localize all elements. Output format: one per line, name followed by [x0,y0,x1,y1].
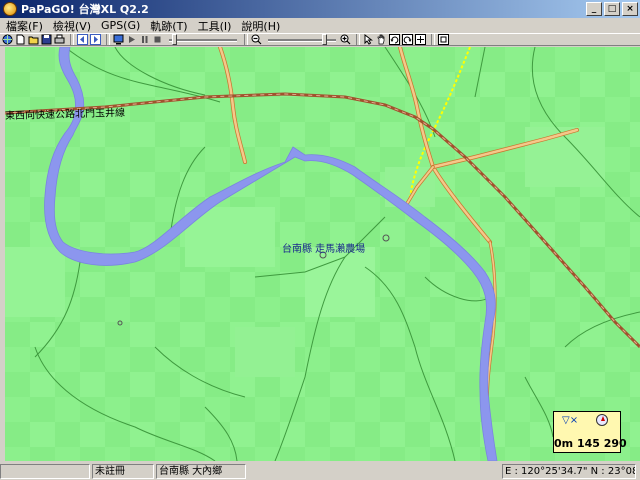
scale-text: 0m 145 290 [554,437,627,450]
status-bar: 未註冊 台南縣 大內鄉 E : 120°25'34.7" N : 23°08'0… [0,462,640,480]
menu-view[interactable]: 檢視(V) [49,18,97,34]
place-label: 台南縣 走馬瀨農場 [282,244,366,255]
app-icon[interactable] [3,2,17,16]
menu-tools[interactable]: 工具(I) [194,18,238,34]
menu-help[interactable]: 說明(H) [237,18,286,34]
compass-icon[interactable] [596,414,608,426]
track-slider[interactable] [169,34,237,45]
rotate-right-icon[interactable] [402,34,413,45]
screen-icon[interactable] [113,34,124,45]
globe-icon[interactable] [2,34,13,45]
location-status: 台南縣 大內鄉 [156,464,246,479]
prev-view-icon[interactable] [77,34,88,45]
menu-track[interactable]: 軌跡(T) [146,18,193,34]
scale-indicator[interactable]: ▽× 0m 145 290 [553,411,627,453]
open-folder-icon[interactable] [28,34,39,45]
rotate-map-icon[interactable] [415,34,426,45]
map-view[interactable]: 東西向快速公路北門玉井線 台南縣 走馬瀨農場 ▽× 0m 145 290 [5,47,640,461]
coordinates-status: E : 120°25'34.7" N : 23°08'03.0" [502,464,636,479]
play-icon[interactable] [126,34,137,45]
menu-gps[interactable]: GPS(G) [97,19,146,32]
new-file-icon[interactable] [15,34,26,45]
gps-signal-icon: ▽× [562,415,579,426]
track-slider-thumb[interactable] [172,34,177,45]
maximize-button[interactable]: □ [604,2,620,16]
select-arrow-icon[interactable] [363,34,374,45]
title-bar: PaPaGO! 台灣XL Q2.2 _ □ × [0,0,640,18]
window-title: PaPaGO! 台灣XL Q2.2 [21,3,149,16]
stop-icon[interactable] [152,34,163,45]
fit-view-icon[interactable] [438,34,449,45]
toolbar-separator [106,34,110,45]
pause-icon[interactable] [139,34,150,45]
zoom-in-icon[interactable] [340,34,351,45]
registration-status: 未註冊 [92,464,154,479]
print-icon[interactable] [54,34,65,45]
toolbar-separator [356,34,360,45]
status-spacer [248,464,500,479]
zoom-out-icon[interactable] [251,34,262,45]
menu-file[interactable]: 檔案(F) [2,18,49,34]
toolbar [0,33,640,46]
close-button[interactable]: × [622,2,638,16]
toolbar-separator [70,34,74,45]
road-label: 東西向快速公路北門玉井線 [5,107,126,122]
menu-bar: 檔案(F) 檢視(V) GPS(G) 軌跡(T) 工具(I) 說明(H) [0,18,640,33]
zoom-slider-thumb[interactable] [322,34,327,45]
rotate-left-icon[interactable] [389,34,400,45]
toolbar-separator [244,34,248,45]
zoom-slider[interactable] [268,34,336,45]
minimize-button[interactable]: _ [586,2,602,16]
save-icon[interactable] [41,34,52,45]
pan-hand-icon[interactable] [376,34,387,45]
toolbar-separator [431,34,435,45]
next-view-icon[interactable] [90,34,101,45]
status-panel-empty [0,464,90,479]
